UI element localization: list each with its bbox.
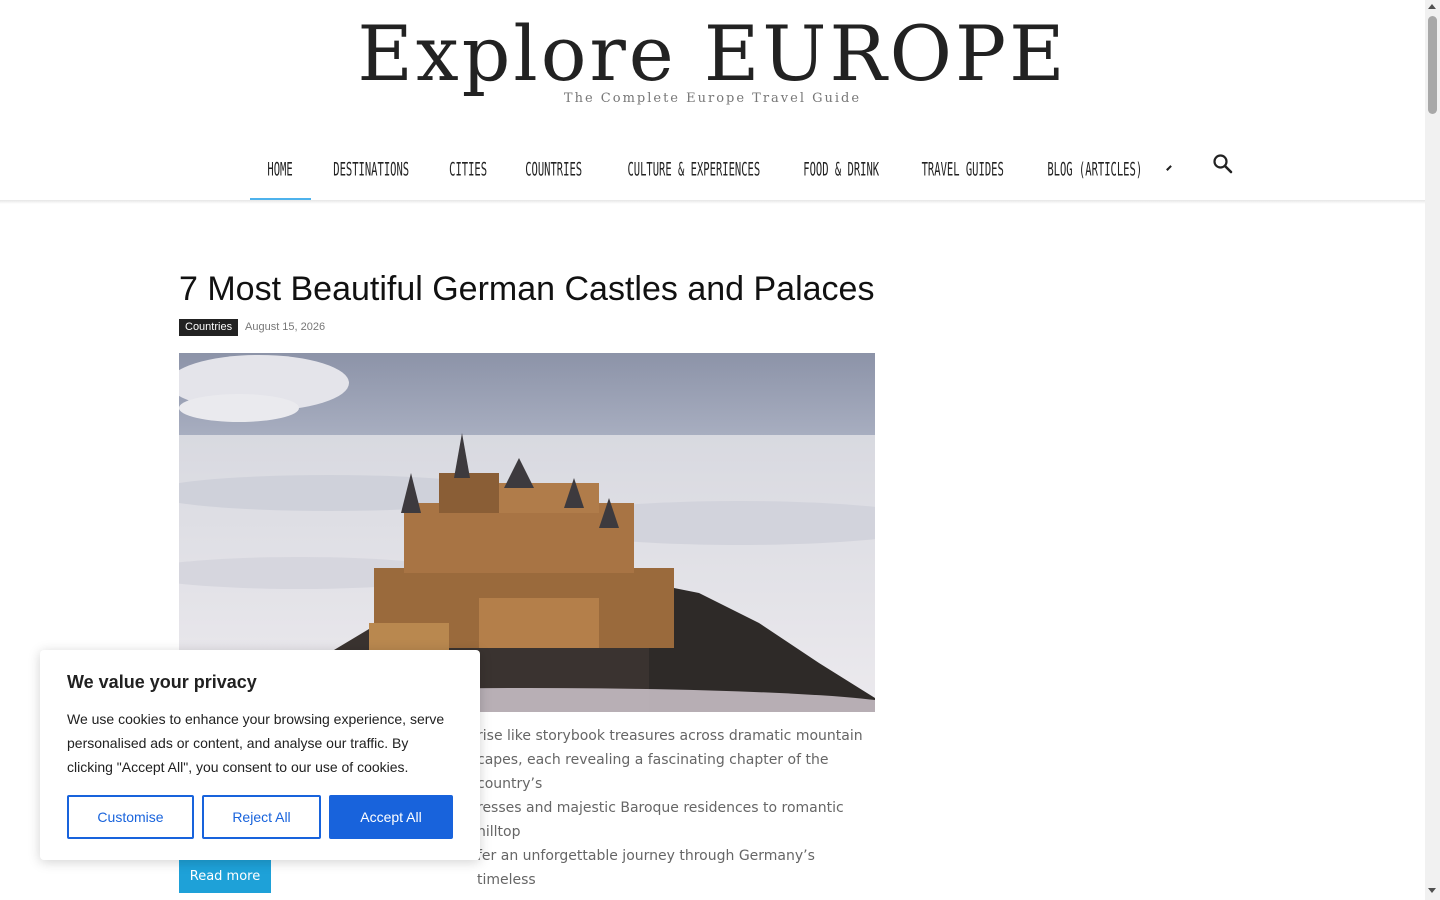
reject-all-button[interactable]: Reject All: [202, 795, 321, 839]
nav-item-travel-guides[interactable]: Travel Guides: [898, 138, 1027, 200]
scrollbar-thumb[interactable]: [1428, 16, 1437, 114]
scroll-down-arrow-icon[interactable]: [1428, 888, 1436, 893]
scrollbar[interactable]: [1425, 0, 1440, 900]
main-nav: Home Destinations Cities Countries Cultu…: [250, 138, 1173, 201]
nav-item-culture-experiences[interactable]: Culture & Experiences: [602, 138, 785, 200]
nav-item-destinations[interactable]: Destinations: [311, 138, 432, 200]
read-more-button[interactable]: Read more: [179, 860, 271, 893]
site-tagline: The Complete Europe Travel Guide: [563, 91, 862, 106]
search-icon[interactable]: [1212, 153, 1234, 175]
cookie-title: We value your privacy: [67, 672, 257, 692]
article-title[interactable]: 7 Most Beautiful German Castles and Pala…: [179, 270, 874, 309]
nav-item-cities[interactable]: Cities: [432, 138, 505, 200]
category-badge[interactable]: Countries: [179, 319, 239, 336]
article-date: August 15, 2026: [245, 321, 326, 333]
header-divider: [0, 200, 1425, 204]
cookie-text: We use cookies to enhance your browsing …: [67, 711, 445, 775]
accept-all-button[interactable]: Accept All: [329, 795, 453, 839]
nav-item-countries[interactable]: Countries: [505, 138, 602, 200]
site-logo[interactable]: Explore EUROPE: [0, 10, 1425, 98]
scroll-up-arrow-icon[interactable]: [1428, 4, 1436, 9]
customise-button[interactable]: Customise: [67, 795, 194, 839]
cookie-consent-banner: We value your privacy We use cookies to …: [40, 650, 480, 860]
nav-item-blog-articles[interactable]: Blog (Articles): [1027, 138, 1173, 200]
nav-item-home[interactable]: Home: [250, 138, 311, 201]
nav-item-food-drink[interactable]: Food & Drink: [785, 138, 898, 200]
